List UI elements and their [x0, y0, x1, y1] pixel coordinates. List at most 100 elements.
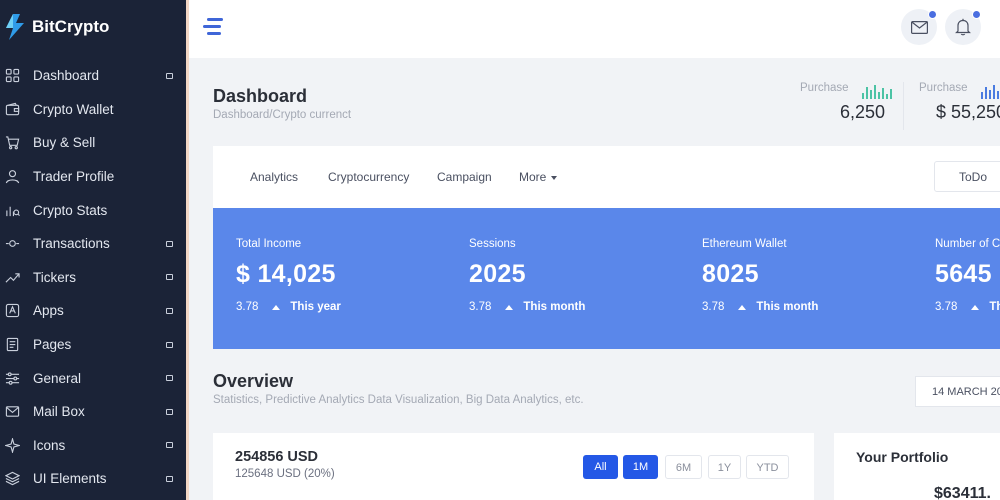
- stat-label: Number of Cl: [935, 238, 1000, 250]
- purchase-value: $ 55,250: [936, 102, 1000, 122]
- sidebar-item-label: Buy & Sell: [33, 135, 96, 151]
- sidebar-item-apps[interactable]: Apps: [0, 294, 186, 328]
- range-6m-button[interactable]: 6M: [665, 455, 702, 479]
- sparkle-icon: [4, 437, 20, 453]
- sidebar-item-general[interactable]: General: [0, 361, 186, 395]
- stat-change: 3.78: [702, 301, 725, 313]
- sidebar-item-trader-profile[interactable]: Trader Profile: [0, 160, 186, 194]
- mail-icon: [4, 404, 20, 420]
- tab-cryptocurrency[interactable]: Cryptocurrency: [328, 170, 409, 184]
- cart-icon: [4, 135, 20, 151]
- stats-icon: [4, 202, 20, 218]
- notifications-button[interactable]: [945, 9, 981, 45]
- stat-label: Ethereum Wallet: [702, 238, 787, 250]
- todo-button[interactable]: ToDo: [934, 161, 1000, 192]
- stat-total-income: Total Income $ 14,025 3.78 This year: [236, 238, 341, 313]
- arrow-up-icon: [505, 304, 514, 310]
- stat-label: Total Income: [236, 238, 302, 250]
- layers-icon: [4, 471, 20, 487]
- sidebar-item-buy-sell[interactable]: Buy & Sell: [0, 126, 186, 160]
- portfolio-value: $63411.: [934, 485, 991, 500]
- brand[interactable]: BitCrypto: [0, 0, 186, 54]
- sidebar-item-label: UI Elements: [33, 471, 107, 487]
- stat-value: 5645: [935, 260, 992, 288]
- sidebar-item-transactions[interactable]: Transactions: [0, 227, 186, 261]
- topbar: [189, 0, 1000, 58]
- expand-icon: [166, 307, 173, 314]
- mini-bar-chart-icon: [862, 85, 892, 99]
- sidebar-item-label: Crypto Wallet: [33, 101, 114, 117]
- stats-banner: Total Income $ 14,025 3.78 This year Ses…: [213, 208, 1000, 349]
- stat-footer: 3.78 This month: [702, 301, 818, 313]
- tabs-card: Analytics Cryptocurrency Campaign More T…: [213, 146, 1000, 208]
- bell-icon: [955, 18, 971, 36]
- grid-icon: [4, 68, 20, 84]
- overview-subtitle: Statistics, Predictive Analytics Data Vi…: [213, 394, 584, 406]
- purchase-value: 6,250: [840, 102, 886, 122]
- overview-title: Overview: [213, 371, 294, 391]
- sidebar-item-ui-elements[interactable]: UI Elements: [0, 462, 186, 496]
- sidebar: BitCrypto Dashboard Crypto Wallet Buy & …: [0, 0, 186, 500]
- sidebar-item-icons[interactable]: Icons: [0, 429, 186, 463]
- messages-button[interactable]: [901, 9, 937, 45]
- stat-footer: 3.78 This year: [236, 301, 341, 313]
- mini-bar-chart-icon: [981, 85, 1000, 99]
- balance-card: 254856 USD 125648 USD (20%) All 1M 6M 1Y…: [213, 433, 814, 500]
- transactions-icon: [4, 236, 20, 252]
- bolt-logo-icon: [6, 14, 24, 40]
- sidebar-item-dashboard[interactable]: Dashboard: [0, 59, 186, 93]
- stat-sessions: Sessions 2025 3.78 This month: [469, 238, 585, 313]
- sidebar-item-label: Dashboard: [33, 68, 100, 84]
- portfolio-card: Your Portfolio $63411.: [834, 433, 1000, 500]
- expand-icon: [166, 72, 173, 79]
- sidebar-nav: Dashboard Crypto Wallet Buy & Sell Trade…: [0, 59, 186, 496]
- stat-footer: 3.78 Th: [935, 301, 1000, 313]
- stat-change: 3.78: [236, 301, 259, 313]
- stat-value: $ 14,025: [236, 260, 336, 288]
- sidebar-item-label: Tickers: [33, 269, 76, 285]
- range-1m-button[interactable]: 1M: [623, 455, 658, 479]
- range-1y-button[interactable]: 1Y: [708, 455, 741, 479]
- portfolio-title: Your Portfolio: [856, 449, 949, 465]
- tab-analytics[interactable]: Analytics: [250, 170, 298, 184]
- sidebar-item-label: Mail Box: [33, 404, 85, 420]
- divider: [903, 82, 904, 130]
- stat-number-of-clients: Number of Cl 5645 3.78 Th: [935, 238, 1000, 313]
- stat-period: Th: [989, 301, 1000, 313]
- range-ytd-button[interactable]: YTD: [746, 455, 789, 479]
- expand-icon: [166, 442, 173, 449]
- stat-period: This month: [523, 301, 586, 313]
- tab-more-dropdown[interactable]: More: [519, 170, 557, 184]
- sidebar-item-mail-box[interactable]: Mail Box: [0, 395, 186, 429]
- wallet-icon: [4, 101, 20, 117]
- stat-footer: 3.78 This month: [469, 301, 585, 313]
- notification-dot: [972, 10, 981, 19]
- notification-dot: [928, 10, 937, 19]
- sidebar-item-label: Pages: [33, 337, 72, 353]
- trend-icon: [4, 269, 20, 285]
- expand-icon: [166, 475, 173, 482]
- tab-campaign[interactable]: Campaign: [437, 170, 492, 184]
- range-all-button[interactable]: All: [583, 455, 618, 479]
- breadcrumb[interactable]: Dashboard/Crypto currenct: [213, 109, 351, 121]
- sidebar-item-pages[interactable]: Pages: [0, 328, 186, 362]
- sidebar-item-label: Icons: [33, 437, 66, 453]
- pages-icon: [4, 337, 20, 353]
- user-icon: [4, 169, 20, 185]
- expand-icon: [166, 341, 173, 348]
- arrow-up-icon: [971, 304, 980, 310]
- tab-more-label: More: [519, 170, 547, 184]
- sidebar-item-crypto-stats[interactable]: Crypto Stats: [0, 193, 186, 227]
- stat-change: 3.78: [935, 301, 958, 313]
- sliders-icon: [4, 370, 20, 386]
- date-picker[interactable]: 14 MARCH 20: [915, 376, 1000, 407]
- stat-ethereum-wallet: Ethereum Wallet 8025 3.78 This month: [702, 238, 818, 313]
- brand-name: BitCrypto: [32, 17, 110, 36]
- page-title: Dashboard: [213, 86, 308, 106]
- sidebar-item-tickers[interactable]: Tickers: [0, 261, 186, 295]
- balance-sub: 125648 USD (20%): [235, 468, 335, 480]
- sidebar-item-label: General: [33, 370, 82, 386]
- sidebar-item-crypto-wallet[interactable]: Crypto Wallet: [0, 93, 186, 127]
- mail-icon: [910, 20, 928, 34]
- menu-toggle-icon[interactable]: [203, 18, 223, 36]
